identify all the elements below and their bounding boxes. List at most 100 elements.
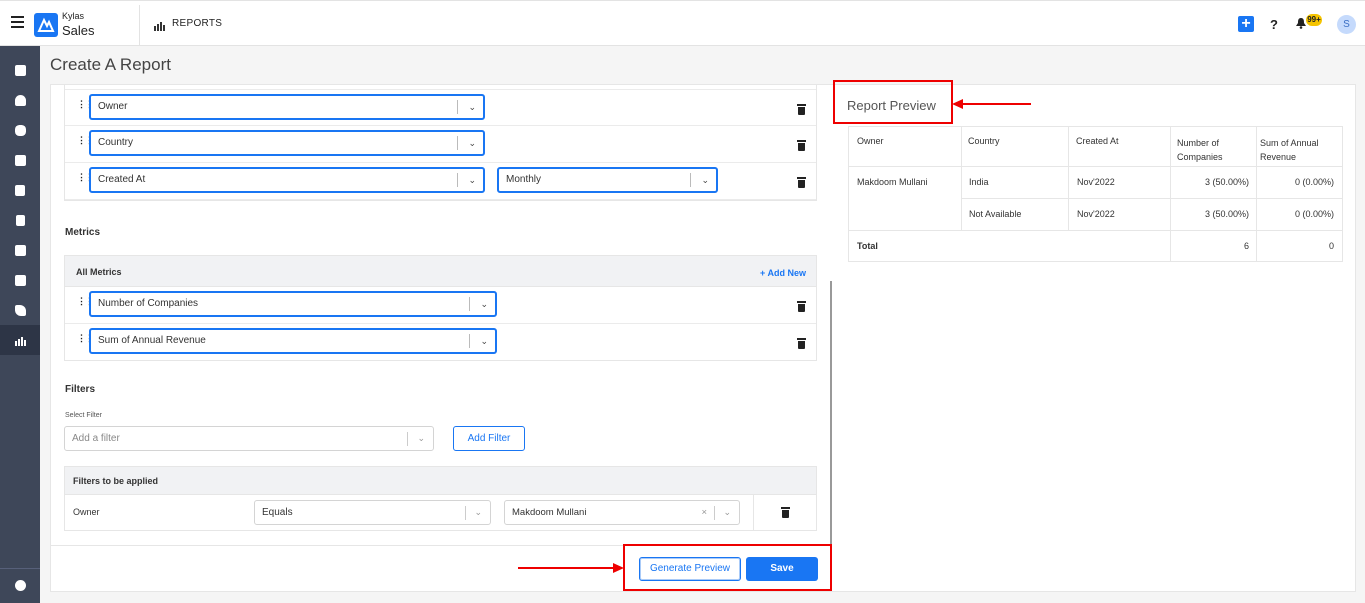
dimension-select[interactable]: Country ⌄ <box>89 130 485 156</box>
drag-handle-icon[interactable]: ⋮⋮ <box>77 334 94 346</box>
group-by-value: Monthly <box>506 174 542 185</box>
delete-icon[interactable] <box>797 104 806 115</box>
metric-row: ⋮⋮ Sum of Annual Revenue ⌄ <box>65 324 816 361</box>
bell-icon[interactable] <box>1296 18 1306 32</box>
filter-placeholder: Add a filter <box>72 433 120 444</box>
top-bar: Kylas Sales REPORTS + ? 99+ S <box>0 0 1365 46</box>
drag-handle-icon[interactable]: ⋮⋮ <box>77 173 94 185</box>
table-cell: Nov'2022 <box>1077 177 1115 187</box>
filter-value-select[interactable]: Makdoom Mullani × ⌄ <box>504 500 740 525</box>
chevron-down-icon: ⌄ <box>474 507 482 517</box>
clear-icon[interactable]: × <box>701 501 707 524</box>
delete-icon[interactable] <box>797 177 806 188</box>
metrics-header-label: All Metrics <box>76 267 122 277</box>
add-new-label: Add New <box>767 268 806 278</box>
table-cell: Makdoom Mullani <box>857 177 928 187</box>
table-divider <box>849 230 1342 231</box>
filter-select[interactable]: Add a filter ⌄ <box>64 426 434 451</box>
metric-select[interactable]: Sum of Annual Revenue ⌄ <box>89 328 497 354</box>
table-divider <box>849 166 1342 167</box>
sidebar-divider <box>0 568 40 569</box>
page-title: Create A Report <box>50 55 171 74</box>
table-cell: Not Available <box>969 209 1022 219</box>
generate-preview-button[interactable]: Generate Preview <box>639 557 741 581</box>
applied-filters-header-label: Filters to be applied <box>73 476 159 486</box>
phone-icon[interactable] <box>0 295 40 325</box>
building-icon[interactable] <box>0 175 40 205</box>
report-config-pane: ⋮⋮ Owner ⌄ ⋮⋮ Country ⌄ ⋮⋮ Created At ⌄ … <box>51 85 831 545</box>
table-cell: 0 (0.00%) <box>1294 177 1334 187</box>
column-header: Owner <box>857 136 884 146</box>
table-divider <box>961 127 962 230</box>
hamburger-menu-icon[interactable] <box>11 16 24 30</box>
chevron-down-icon: ⌄ <box>468 102 476 112</box>
select-filter-label: Select Filter <box>65 412 102 419</box>
delete-icon[interactable] <box>797 338 806 349</box>
filter-divider <box>753 495 754 531</box>
user-icon[interactable] <box>0 85 40 115</box>
settings-gear-icon[interactable] <box>0 570 40 600</box>
column-header: Number of Companies <box>1177 138 1223 162</box>
notification-badge: 99+ <box>1306 14 1322 26</box>
drag-handle-icon[interactable]: ⋮⋮ <box>77 297 94 309</box>
chevron-down-icon: ⌄ <box>480 299 488 309</box>
clipboard-icon[interactable] <box>0 205 40 235</box>
reports-nav-icon[interactable] <box>0 325 40 355</box>
total-label: Total <box>857 241 878 251</box>
filter-operator-value: Equals <box>262 507 293 518</box>
drag-handle-icon[interactable]: ⋮⋮ <box>77 100 94 112</box>
filter-field: Owner <box>73 507 100 517</box>
dimension-row: ⋮⋮ Owner ⌄ <box>65 89 816 126</box>
dimension-value: Owner <box>98 101 128 112</box>
reports-icon <box>153 18 165 31</box>
metrics-list: All Metrics + Add New ⋮⋮ Number of Compa… <box>64 255 817 361</box>
delete-icon[interactable] <box>797 140 806 151</box>
column-header: Created At <box>1076 136 1119 146</box>
delete-icon[interactable] <box>781 507 790 518</box>
save-button[interactable]: Save <box>746 557 818 581</box>
report-preview-table: Owner Country Created At Number of Compa… <box>848 126 1343 262</box>
table-cell: 3 (50.00%) <box>1204 177 1249 187</box>
chevron-down-icon: ⌄ <box>723 507 731 517</box>
add-new-metric-button[interactable]: + Add New <box>760 268 806 278</box>
dimension-select[interactable]: Created At ⌄ <box>89 167 485 193</box>
dashboard-icon[interactable] <box>0 55 40 85</box>
kylas-logo <box>34 13 58 37</box>
dimension-value: Country <box>98 137 134 148</box>
brand-name: Kylas <box>62 11 85 21</box>
task-check-icon[interactable] <box>0 235 40 265</box>
metric-value: Sum of Annual Revenue <box>98 335 206 346</box>
filter-operator-select[interactable]: Equals ⌄ <box>254 500 491 525</box>
delete-icon[interactable] <box>797 301 806 312</box>
table-cell: Nov'2022 <box>1077 209 1115 219</box>
footer-divider <box>51 545 831 546</box>
annotation-arrow <box>962 103 1031 105</box>
drag-handle-icon[interactable]: ⋮⋮ <box>77 136 94 148</box>
chevron-down-icon: ⌄ <box>468 175 476 185</box>
calendar-icon[interactable] <box>0 265 40 295</box>
add-filter-button[interactable]: Add Filter <box>453 426 525 451</box>
contact-card-icon[interactable] <box>0 145 40 175</box>
sidebar <box>0 46 40 603</box>
table-divider <box>1068 127 1069 230</box>
dimension-select[interactable]: Owner ⌄ <box>89 94 485 120</box>
help-icon[interactable]: ? <box>1270 17 1278 32</box>
filter-value: Makdoom Mullani <box>512 507 587 518</box>
main-content: Create A Report ⋮⋮ Owner ⌄ ⋮⋮ Country ⌄ <box>40 46 1365 603</box>
metric-row: ⋮⋮ Number of Companies ⌄ <box>65 287 816 324</box>
metrics-title: Metrics <box>65 227 101 238</box>
money-bag-icon[interactable] <box>0 115 40 145</box>
quick-add-button[interactable]: + <box>1238 16 1254 32</box>
chevron-down-icon: ⌄ <box>468 138 476 148</box>
metric-select[interactable]: Number of Companies ⌄ <box>89 291 497 317</box>
annotation-arrowhead <box>613 563 624 573</box>
total-revenue: 0 <box>1328 241 1334 251</box>
dimension-row: ⋮⋮ Created At ⌄ Monthly ⌄ <box>65 163 816 200</box>
chevron-down-icon: ⌄ <box>480 336 488 346</box>
group-by-select[interactable]: Monthly ⌄ <box>497 167 718 193</box>
annotation-arrow <box>518 567 615 569</box>
dimension-value: Created At <box>98 174 146 185</box>
avatar[interactable]: S <box>1337 15 1356 34</box>
chevron-down-icon: ⌄ <box>701 175 709 185</box>
table-cell: 3 (50.00%) <box>1204 209 1249 219</box>
